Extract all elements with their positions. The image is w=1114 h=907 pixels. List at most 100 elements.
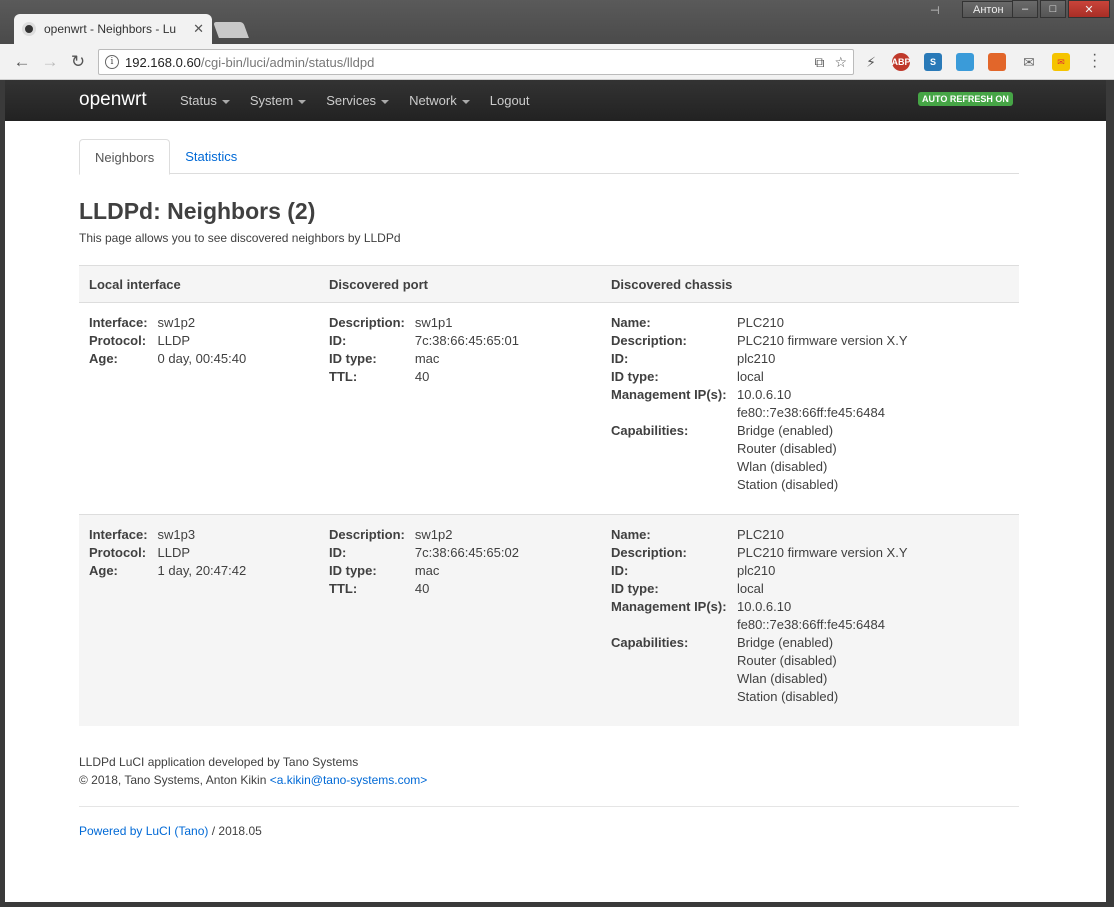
brand-link[interactable]: openwrt [79,89,147,111]
adblock-icon[interactable]: ABP [892,53,911,71]
forward-icon[interactable]: → [40,52,60,72]
back-icon[interactable]: ← [12,52,32,72]
local-interface-cell: Interface: sw1p3 Protocol: LLDP Age: 1 day,… [79,514,319,726]
chassis-id-value: plc210 [737,351,776,366]
profile-button[interactable]: Антон [962,1,1015,18]
main-nav: Status System Services Network Logout [180,80,550,121]
chassis-description-label: Description: [611,545,687,560]
interface-value: sw1p2 [157,315,196,330]
nav-network[interactable]: Network [409,93,470,108]
footer-divider [79,806,1019,807]
chassis-description-value: PLC210 firmware version X.Y [737,545,908,560]
neighbors-table: Local interface Discovered port Discover… [79,265,1019,726]
auto-refresh-badge[interactable]: AUTO REFRESH ON [918,92,1013,106]
management-ips-list: 10.0.6.10 fe80::7e38:66ff:fe45:6484 [737,386,1009,422]
app-footer: LLDPd LuCI application developed by Tano… [79,753,1019,789]
management-ips-list: 10.0.6.10 fe80::7e38:66ff:fe45:6484 [737,598,1009,634]
s-extension-icon[interactable]: S [924,53,942,71]
chassis-description-label: Description: [611,333,687,348]
chassis-id-type-label: ID type: [611,369,659,384]
reload-icon[interactable]: ↻ [68,52,88,72]
nav-system-label: System [249,93,294,108]
column-header-discovered-chassis: Discovered chassis [601,265,1019,303]
protocol-value: LLDP [157,545,191,560]
port-id-type-value: mac [414,563,440,578]
chassis-name-value: PLC210 [737,315,784,330]
protocol-label: Protocol: [89,333,147,348]
capability: Wlan (disabled) [737,671,828,686]
port-description-value: sw1p2 [414,527,453,542]
capability: Station (disabled) [737,477,839,492]
ttl-value: 40 [414,581,430,596]
tab-statistics[interactable]: Statistics [170,139,252,174]
port-id-value: 7c:38:66:45:65:01 [414,333,519,348]
powered-by: Powered by LuCI (Tano) / 2018.05 [79,824,1019,838]
page-tabs: Neighbors Statistics [79,139,1019,175]
management-ip: fe80::7e38:66ff:fe45:6484 [737,617,885,632]
chassis-id-type-value: local [737,581,764,596]
management-ip: fe80::7e38:66ff:fe45:6484 [737,405,885,420]
translate-icon[interactable]: ⧉ [814,54,824,71]
address-bar[interactable]: i 192.168.0.60/cgi-bin/luci/admin/status… [98,49,854,75]
discovered-chassis-cell: Name: PLC210 Description: PLC210 firmware … [601,514,1019,726]
gitlab-icon[interactable] [988,53,1006,71]
footer-credit: LLDPd LuCI application developed by Tano… [79,755,359,769]
close-window-icon[interactable]: ✕ [1068,0,1110,18]
capability: Wlan (disabled) [737,459,828,474]
interface-label: Interface: [89,315,148,330]
browser-menu-icon[interactable]: · · · [1092,47,1097,75]
tab-neighbors[interactable]: Neighbors [79,139,171,175]
port-id-label: ID: [329,333,347,348]
chassis-id-value: plc210 [737,563,776,578]
new-tab-button[interactable] [213,22,249,38]
capability: Bridge (enabled) [737,423,834,438]
age-value: 0 day, 00:45:40 [157,351,247,366]
protocol-value: LLDP [157,333,191,348]
info-icon[interactable]: i [105,55,119,69]
lightning-extension-icon[interactable]: ⚡ [862,53,880,71]
window-controls: – □ ✕ [1012,0,1110,18]
nav-system[interactable]: System [249,93,307,108]
port-id-type-label: ID type: [329,563,377,578]
bookmark-star-icon[interactable]: ☆ [834,54,847,71]
ttl-label: TTL: [329,369,358,384]
discovered-port-cell: Description: sw1p1 ID: 7c:38:66:45:65:01 I… [319,302,601,515]
page-viewport: openwrt Status System Services Network L… [5,80,1106,902]
interface-label: Interface: [89,527,148,542]
age-label: Age: [89,351,118,366]
capabilities-list: Bridge (enabled) Router (disabled) Wlan … [737,422,1009,494]
discovered-chassis-cell: Name: PLC210 Description: PLC210 firmware … [601,302,1019,515]
browser-tab-title: openwrt - Neighbors - Lu [44,22,177,36]
nav-services[interactable]: Services [326,93,390,108]
chassis-id-type-value: local [737,369,764,384]
protocol-label: Protocol: [89,545,147,560]
ttl-label: TTL: [329,581,358,596]
powered-by-luci-link[interactable]: Powered by LuCI (Tano) [79,824,208,838]
column-header-local-interface: Local interface [79,265,319,303]
window-extension-icon[interactable] [956,53,974,71]
caret-down-icon [461,99,470,104]
port-id-value: 7c:38:66:45:65:02 [414,545,519,560]
management-ips-label: Management IP(s): [611,599,727,614]
luci-topbar: openwrt Status System Services Network L… [5,80,1106,121]
user-switch-icon: ⊣ [930,5,940,17]
nav-status[interactable]: Status [180,93,230,108]
openwrt-favicon-icon [22,22,36,36]
maximize-icon[interactable]: □ [1040,0,1066,18]
nav-logout[interactable]: Logout [490,93,530,108]
age-value: 1 day, 20:47:42 [157,563,247,578]
table-row: Interface: sw1p2 Protocol: LLDP Age: 0 day,… [79,302,1019,515]
author-email-link[interactable]: <a.kikin@tano-systems.com> [270,773,428,787]
page-description: This page allows you to see discovered n… [79,231,401,245]
close-tab-icon[interactable]: ✕ [193,21,204,37]
mail-icon[interactable]: ✉ [1020,53,1038,71]
ttl-value: 40 [414,369,430,384]
yandex-mail-icon[interactable]: ✉ [1052,53,1070,71]
page-title: LLDPd: Neighbors (2) [79,198,316,224]
minimize-icon[interactable]: – [1012,0,1038,18]
capabilities-list: Bridge (enabled) Router (disabled) Wlan … [737,634,1009,706]
capability: Router (disabled) [737,653,837,668]
browser-tab[interactable]: openwrt - Neighbors - Lu ✕ [14,14,212,44]
port-description-label: Description: [329,315,405,330]
chassis-name-label: Name: [611,315,651,330]
